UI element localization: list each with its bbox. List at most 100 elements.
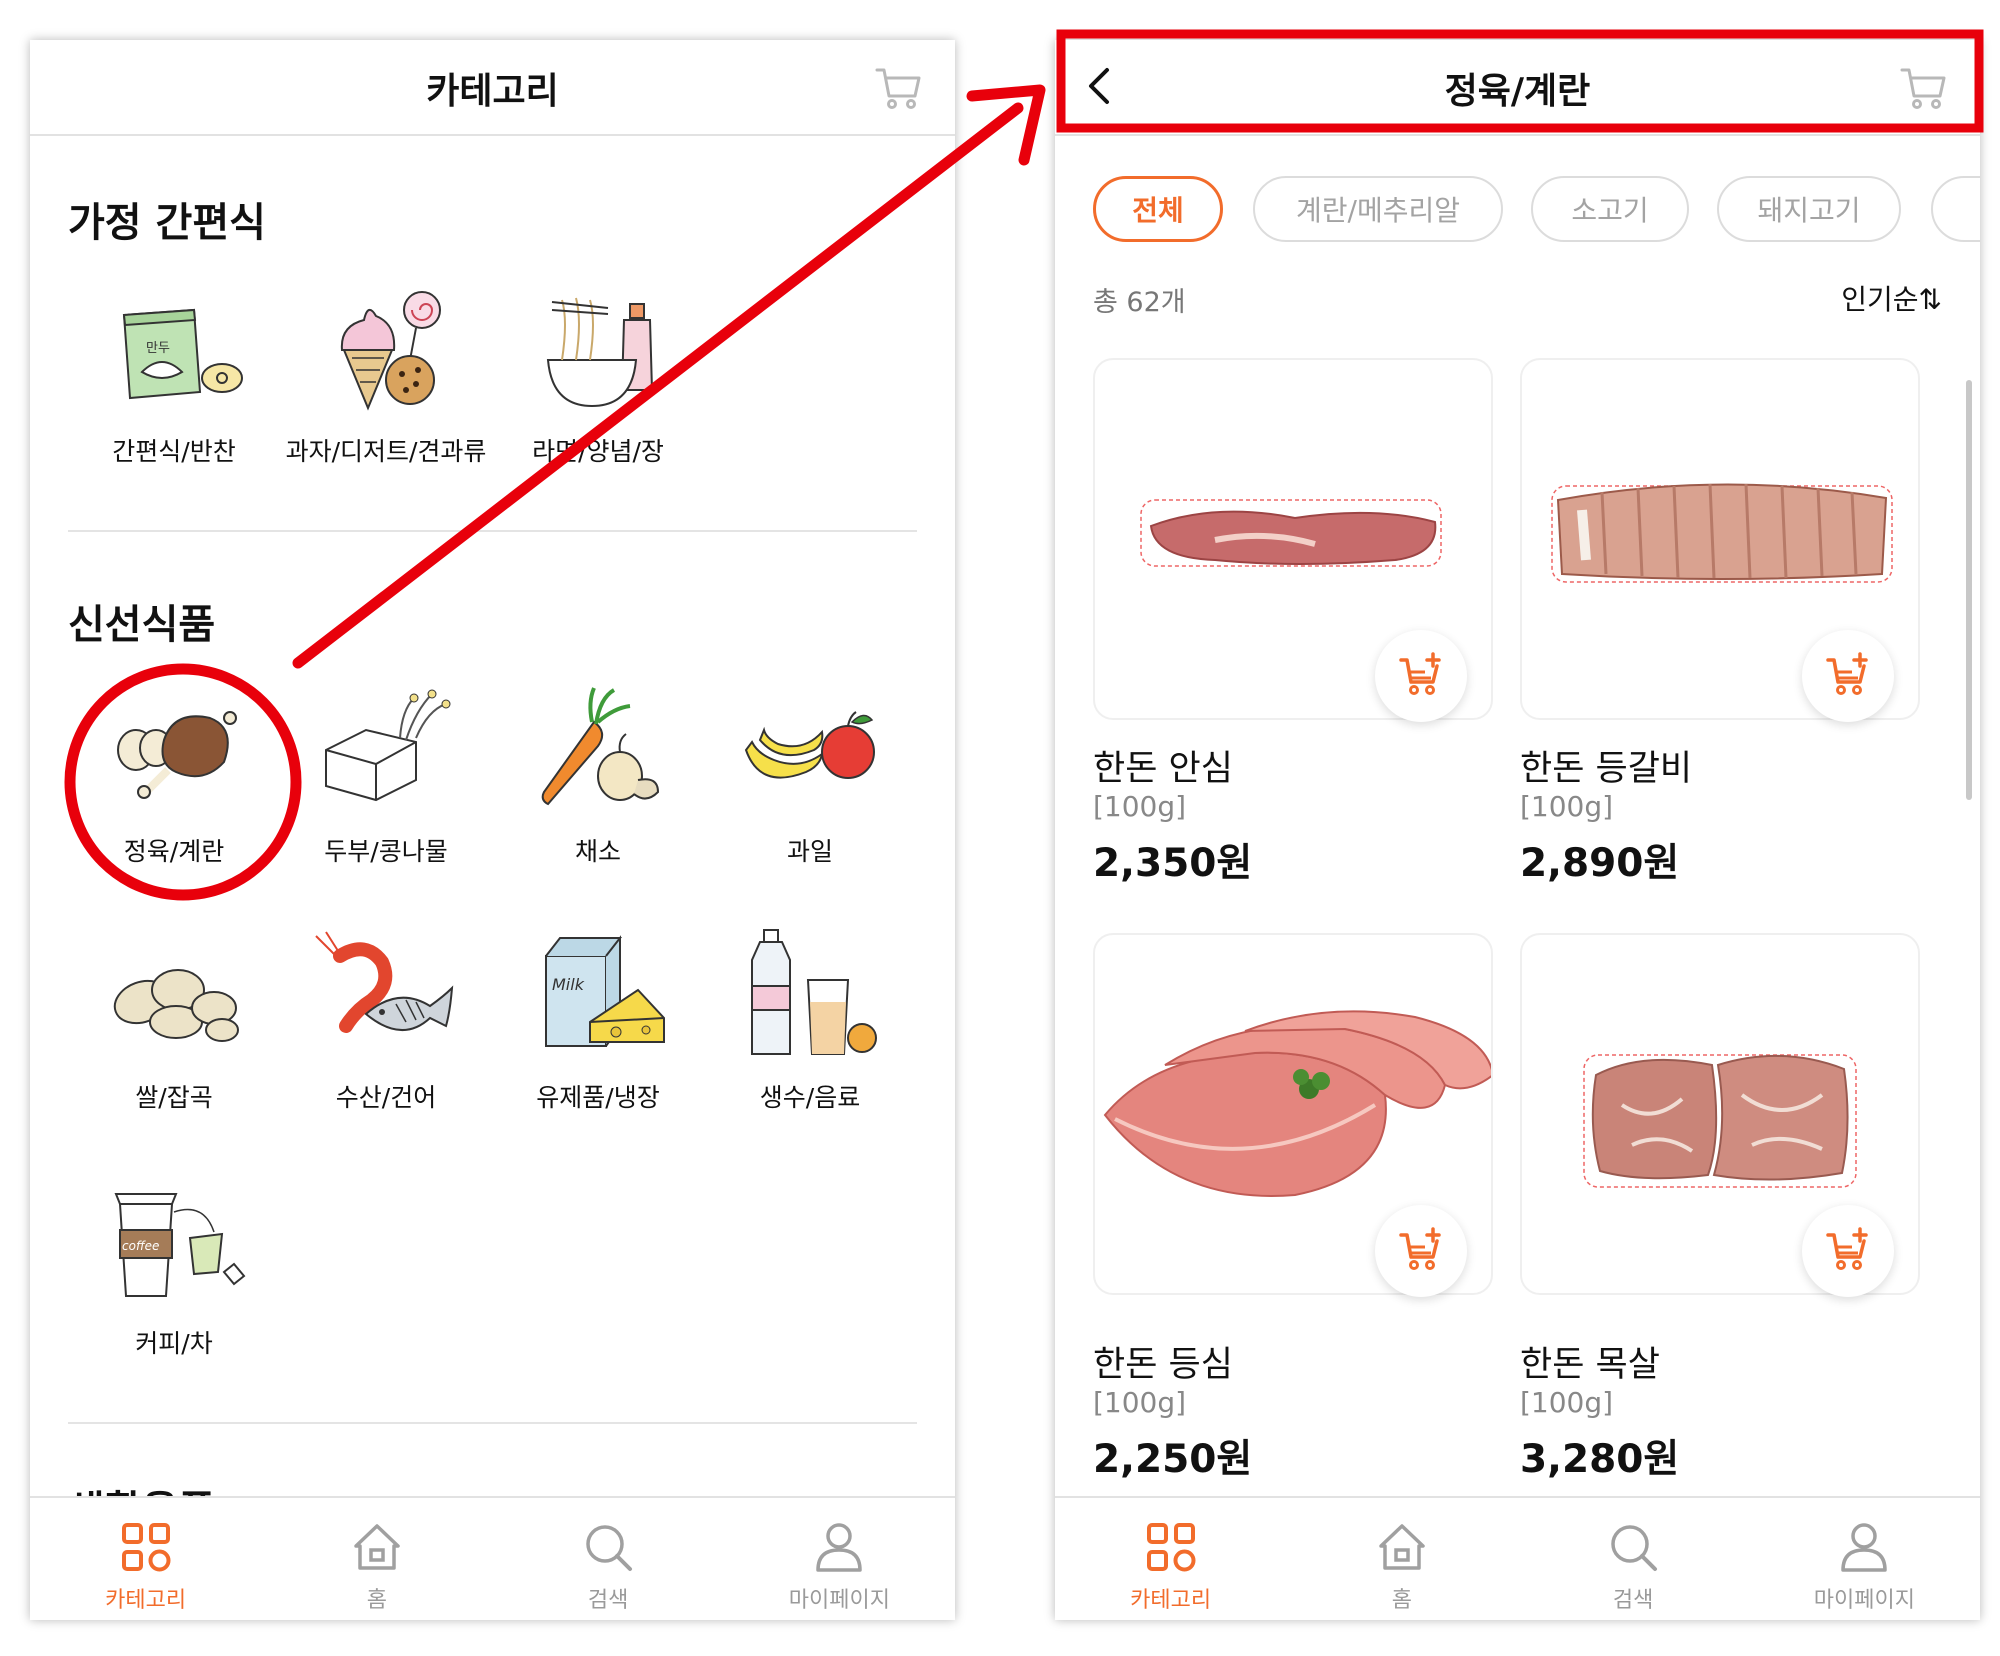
category-label: 커피/차 [135, 1329, 213, 1358]
list-header: 정육/계란 [1055, 40, 1980, 136]
nav-tab-category[interactable]: 카테고리 [30, 1498, 261, 1620]
tofu-sprout-icon [325, 689, 451, 802]
banana-apple-icon [744, 711, 875, 779]
category-label: 생수/음료 [759, 1083, 861, 1112]
category-label: 채소 [574, 837, 621, 866]
coffee-text: coffee [122, 1239, 159, 1253]
category-item-side-dish[interactable]: 만두 간편식/반찬 [68, 280, 280, 468]
category-grid-icon [121, 1523, 171, 1572]
noodle-bowl-icon [546, 297, 654, 408]
category-item-meat-egg[interactable]: 정육/계란 [68, 680, 280, 868]
category-label: 두부/콩나물 [324, 837, 448, 866]
cart-plus-icon [1826, 652, 1868, 695]
filter-chip-pork[interactable]: 돼지고기 [1717, 176, 1901, 242]
product-unit: [100g] [1093, 1386, 1187, 1419]
dumpling-pack-icon: 만두 [122, 308, 243, 400]
product-unit: [100g] [1520, 1386, 1614, 1419]
cart-plus-icon [1399, 1227, 1441, 1270]
category-label: 과자/디저트/견과류 [285, 437, 487, 466]
nav-label: 검색 [1612, 1588, 1654, 1613]
product-unit: [100g] [1093, 790, 1187, 823]
product-name[interactable]: 한돈 등심 [1093, 1336, 1233, 1387]
cart-icon[interactable] [1898, 62, 1950, 114]
category-header: 카테고리 [30, 40, 955, 136]
home-icon [1379, 1524, 1425, 1570]
nav-label: 홈 [1391, 1588, 1412, 1613]
filter-chip-all[interactable]: 전체 [1093, 176, 1223, 242]
dumpling-text: 만두 [146, 341, 170, 356]
sort-button[interactable]: 인기순⇅ [1841, 278, 1942, 318]
category-item-noodle[interactable]: 라면/양념/장 [492, 280, 704, 468]
carrot-onion-icon [541, 687, 660, 806]
filter-chip-more[interactable] [1931, 176, 1980, 242]
category-label: 과일 [786, 837, 833, 866]
category-item-beverage[interactable]: 생수/음료 [704, 926, 916, 1114]
category-label: 쌀/잡곡 [135, 1083, 213, 1112]
category-grid-icon [1146, 1523, 1196, 1572]
category-label: 정육/계란 [123, 837, 225, 866]
add-to-cart-button[interactable] [1802, 630, 1894, 722]
category-label: 유제품/냉장 [536, 1083, 660, 1112]
water-juice-icon [751, 929, 877, 1055]
section-title-home-meal: 가정 간편식 [68, 200, 266, 246]
nav-label: 검색 [587, 1588, 629, 1613]
annotation-arrow-head [966, 84, 1046, 166]
category-item-tofu[interactable]: 두부/콩나물 [280, 680, 492, 868]
nav-tab-category[interactable]: 카테고리 [1055, 1498, 1286, 1620]
milk-text: Milk [552, 975, 585, 994]
section-divider [68, 1422, 917, 1424]
search-icon [1611, 1525, 1658, 1571]
category-screen: 카테고리 가정 간편식 만두 간편식/반찬 과자/디저트/견과류 라면/양념/장… [30, 40, 955, 1620]
product-price: 3,280원 [1520, 1437, 1680, 1482]
product-price: 2,250원 [1093, 1437, 1253, 1482]
page-title: 카테고리 [426, 71, 559, 112]
nav-tab-mypage[interactable]: 마이페이지 [724, 1498, 955, 1620]
add-to-cart-button[interactable] [1802, 1205, 1894, 1297]
cart-plus-icon [1399, 652, 1441, 695]
cart-icon[interactable] [873, 62, 925, 114]
category-item-seafood[interactable]: 수산/건어 [280, 926, 492, 1114]
filter-chip-beef[interactable]: 소고기 [1531, 176, 1689, 242]
category-item-grain[interactable]: 쌀/잡곡 [68, 926, 280, 1114]
bottom-nav: 카테고리 홈 검색 마이페이지 [1055, 1496, 1980, 1620]
category-item-dairy[interactable]: Milk 유제품/냉장 [492, 926, 704, 1114]
product-name[interactable]: 한돈 등갈비 [1520, 740, 1692, 791]
bottom-nav: 카테고리 홈 검색 마이페이지 [30, 1496, 955, 1620]
home-icon [354, 1524, 400, 1570]
page-title: 정육/계란 [1444, 71, 1591, 112]
person-icon [1841, 1523, 1888, 1572]
add-to-cart-button[interactable] [1375, 1205, 1467, 1297]
nav-tab-search[interactable]: 검색 [1518, 1498, 1749, 1620]
milk-cheese-icon: Milk [545, 935, 665, 1047]
meat-egg-icon [117, 711, 237, 799]
scrollbar[interactable] [1966, 380, 1972, 800]
category-item-coffee[interactable]: coffee 커피/차 [68, 1172, 280, 1360]
nav-tab-mypage[interactable]: 마이페이지 [1749, 1498, 1980, 1620]
nav-label: 마이페이지 [1813, 1588, 1915, 1613]
meat-egg-list-screen: 정육/계란 전체 계란/메추리알 소고기 돼지고기 총 62개 인기순⇅ 한돈 … [1055, 40, 1980, 1620]
category-item-fruit[interactable]: 과일 [704, 680, 916, 868]
nav-tab-home[interactable]: 홈 [261, 1498, 492, 1620]
nav-label: 마이페이지 [788, 1588, 890, 1613]
nav-tab-home[interactable]: 홈 [1286, 1498, 1517, 1620]
product-price: 2,890원 [1520, 841, 1680, 886]
category-item-snack[interactable]: 과자/디저트/견과류 [280, 280, 492, 468]
nav-label: 카테고리 [105, 1588, 187, 1613]
add-to-cart-button[interactable] [1375, 630, 1467, 722]
search-icon [586, 1525, 633, 1571]
filter-chip-egg[interactable]: 계란/메추리알 [1253, 176, 1503, 242]
section-divider [68, 530, 917, 532]
product-name[interactable]: 한돈 안심 [1093, 740, 1233, 791]
grain-icon [113, 969, 239, 1042]
product-name[interactable]: 한돈 목살 [1520, 1336, 1660, 1387]
nav-tab-search[interactable]: 검색 [493, 1498, 724, 1620]
person-icon [816, 1523, 863, 1572]
total-count: 총 62개 [1093, 287, 1186, 318]
shrimp-fish-icon [315, 931, 454, 1033]
icecream-cookie-icon [340, 291, 441, 411]
nav-label: 홈 [366, 1588, 387, 1613]
product-price: 2,350원 [1093, 841, 1253, 886]
section-title-fresh-food: 신선식품 [68, 602, 216, 648]
category-item-vegetable[interactable]: 채소 [492, 680, 704, 868]
cart-plus-icon [1826, 1227, 1868, 1270]
